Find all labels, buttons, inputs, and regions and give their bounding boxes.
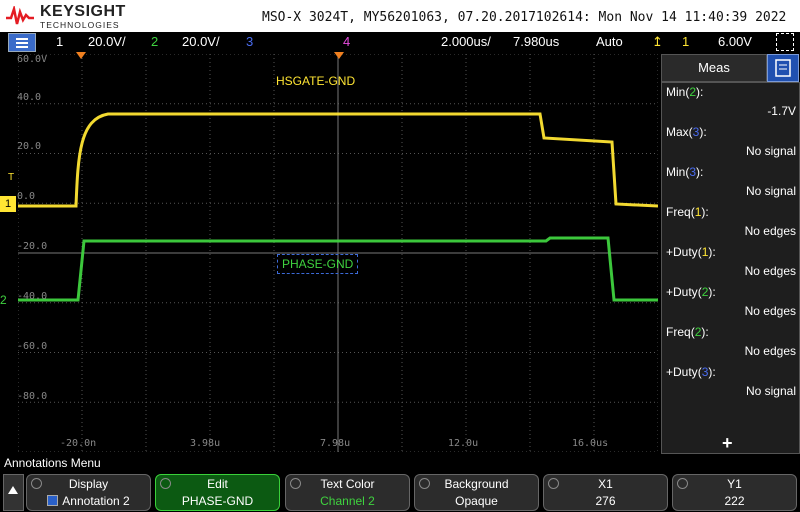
meas-value: No edges <box>744 304 796 318</box>
menu-title: Annotations Menu <box>4 456 101 470</box>
y-tick-label: 20.0 <box>17 141 42 152</box>
ch1-number[interactable]: 1 <box>56 34 63 49</box>
ch4-number[interactable]: 4 <box>343 34 350 49</box>
meas-name: +Duty(2): <box>666 285 716 299</box>
meas-name: +Duty(1): <box>666 245 716 259</box>
delay-marker-icon[interactable] <box>334 52 344 60</box>
y-tick-label: 0.0 <box>17 191 36 202</box>
meas-value: No edges <box>744 264 796 278</box>
meas-name: Max(3): <box>666 125 707 139</box>
meas-value: No edges <box>744 344 796 358</box>
softkey-value: PHASE-GND <box>181 494 254 508</box>
brand-subtitle: TECHNOLOGIES <box>40 20 120 30</box>
trigger-level-marker[interactable]: T <box>8 172 14 183</box>
x1-softkey[interactable]: X1 276 <box>543 474 668 511</box>
y-tick-label: 60.0V <box>17 54 48 65</box>
meas-value: No signal <box>745 144 796 158</box>
ch1-ground-marker[interactable]: 1 <box>0 196 16 212</box>
trigger-mode[interactable]: Auto <box>596 34 623 49</box>
meas-row[interactable]: +Duty(1): No edges <box>666 245 796 285</box>
trigger-source[interactable]: 1 <box>682 34 689 49</box>
display-softkey[interactable]: Display Annotation 2 <box>26 474 151 511</box>
x-tick-label: -20.0n <box>60 438 97 449</box>
softkey-title: Edit <box>207 477 228 491</box>
text-color-softkey[interactable]: Text Color Channel 2 <box>285 474 410 511</box>
zoom-icon[interactable] <box>776 33 794 51</box>
meas-settings-icon[interactable] <box>767 54 799 82</box>
x-tick-label: 7.98u <box>320 438 351 449</box>
x-tick-label: 16.0us <box>572 438 609 449</box>
edit-softkey[interactable]: Edit PHASE-GND <box>155 474 280 511</box>
trigger-level[interactable]: 6.00V <box>718 34 752 49</box>
softkey-title: Display <box>68 477 109 491</box>
softkey-value: Annotation 2 <box>62 494 130 508</box>
softkey-value: 276 <box>595 494 616 508</box>
background-softkey[interactable]: Background Opaque <box>414 474 539 511</box>
y-tick-label: -80.0 <box>17 391 48 402</box>
instrument-info: MSO-X 3024T, MY56201063, 07.20.201710261… <box>262 10 787 25</box>
meas-tab[interactable]: Meas <box>661 54 767 82</box>
softkey-title: Text Color <box>320 477 375 491</box>
meas-row[interactable]: Max(3): No signal <box>666 125 796 165</box>
meas-row[interactable]: +Duty(3): No signal <box>666 365 796 405</box>
meas-row[interactable]: Freq(1): No edges <box>666 205 796 245</box>
ch2-number[interactable]: 2 <box>151 34 158 49</box>
menu-icon[interactable] <box>8 33 36 52</box>
softkey-value: 222 <box>724 494 745 508</box>
y-tick-label: -60.0 <box>17 341 48 352</box>
meas-name: +Duty(3): <box>666 365 716 379</box>
meas-list: Min(2): -1.7V Max(3): No signal Min(3): No si… <box>661 82 800 454</box>
x-tick-label: 3.98u <box>190 438 221 449</box>
x-tick-label: 12.0u <box>448 438 479 449</box>
meas-value: No signal <box>745 384 796 398</box>
status-bar: 1 20.0V/ 2 20.0V/ 3 4 2.000us/ 7.980us A… <box>0 32 800 52</box>
softkey-value: Opaque <box>455 494 498 508</box>
trigger-edge-icon: ↥ <box>652 34 663 49</box>
ch2-scale[interactable]: 20.0V/ <box>182 34 220 49</box>
meas-value: No edges <box>744 224 796 238</box>
waveform-display[interactable] <box>18 54 658 452</box>
brand-name: KEYSIGHT <box>40 3 126 20</box>
meas-row[interactable]: +Duty(2): No edges <box>666 285 796 325</box>
header-bar: KEYSIGHT TECHNOLOGIES MSO-X 3024T, MY562… <box>0 0 800 32</box>
ch3-number[interactable]: 3 <box>246 34 253 49</box>
back-arrow-icon[interactable] <box>3 474 24 511</box>
annotation-1[interactable]: HSGATE-GND <box>276 74 355 88</box>
keysight-wave-icon <box>6 6 34 25</box>
meas-name: Min(2): <box>666 85 704 99</box>
time-delay[interactable]: 7.980us <box>513 34 559 49</box>
meas-value: -1.7V <box>767 104 796 118</box>
keysight-logo: KEYSIGHT TECHNOLOGIES <box>6 2 136 30</box>
meas-name: Freq(1): <box>666 205 709 219</box>
ch2-ground-marker[interactable]: 2 <box>0 293 7 307</box>
softkey-title: Y1 <box>727 477 742 491</box>
ch1-scale[interactable]: 20.0V/ <box>88 34 126 49</box>
trigger-position-icon[interactable] <box>76 52 86 60</box>
softkey-value: Channel 2 <box>320 494 375 508</box>
measurements-panel: Meas Min(2): -1.7V Max(3): No signal Min(3):… <box>661 54 800 454</box>
timebase-scale[interactable]: 2.000us/ <box>441 34 491 49</box>
y-tick-label: -20.0 <box>17 241 48 252</box>
meas-row[interactable]: Min(2): -1.7V <box>666 85 796 125</box>
meas-name: Freq(2): <box>666 325 709 339</box>
add-measurement-button[interactable]: + <box>722 433 733 454</box>
annotation-2[interactable]: PHASE-GND <box>277 254 359 274</box>
y1-softkey[interactable]: Y1 222 <box>672 474 797 511</box>
softkey-title: X1 <box>598 477 613 491</box>
meas-value: No signal <box>745 184 796 198</box>
meas-row[interactable]: Min(3): No signal <box>666 165 796 205</box>
softkey-title: Background <box>444 477 509 491</box>
meas-name: Min(3): <box>666 165 704 179</box>
y-tick-label: 40.0 <box>17 92 42 103</box>
y-tick-label: -40.0 <box>17 291 48 302</box>
meas-row[interactable]: Freq(2): No edges <box>666 325 796 365</box>
checkbox-icon <box>47 495 59 506</box>
